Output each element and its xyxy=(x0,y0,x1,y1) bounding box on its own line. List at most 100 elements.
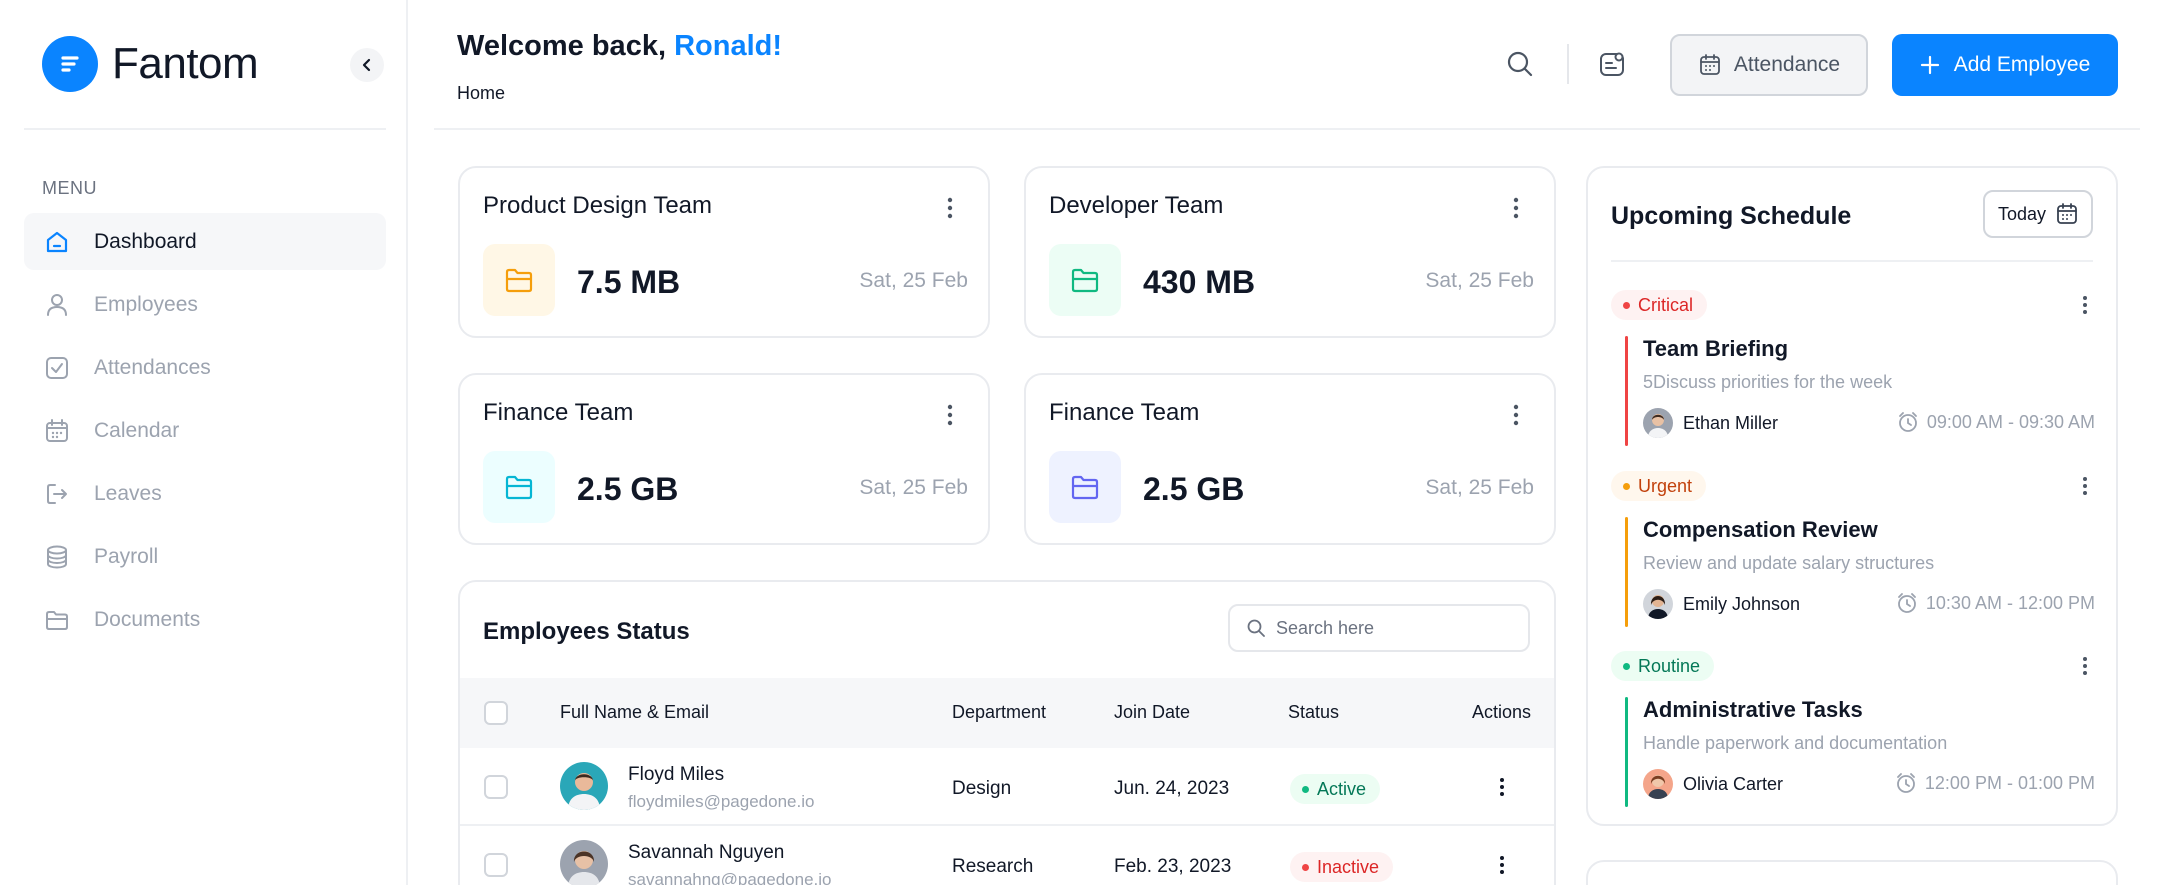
sidebar-item-calendar[interactable]: Calendar xyxy=(24,402,386,459)
alarm-clock-icon xyxy=(1895,772,1917,794)
collapse-sidebar-button[interactable] xyxy=(350,48,384,82)
priority-badge: Critical xyxy=(1611,290,1708,320)
team-card-finance-2[interactable]: Finance Team 2.5 GB Sat, 25 Feb xyxy=(1024,373,1556,545)
brand[interactable]: Fantom xyxy=(42,36,259,92)
team-card-finance[interactable]: Finance Team 2.5 GB Sat, 25 Feb xyxy=(458,373,990,545)
table-row[interactable]: Savannah Nguyen savannahng@pagedone.io R… xyxy=(460,826,1554,885)
select-all-checkbox[interactable] xyxy=(484,701,508,725)
event-assignee: Ethan Miller xyxy=(1683,413,1779,433)
priority-dot xyxy=(1623,482,1630,490)
more-options-icon[interactable] xyxy=(1506,194,1526,222)
team-card-developer[interactable]: Developer Team 430 MB Sat, 25 Feb xyxy=(1024,166,1556,338)
header-divider xyxy=(1567,44,1569,84)
sidebar-menu: Dashboard Employees Attendances Calendar… xyxy=(24,213,386,654)
event-title: Team Briefing xyxy=(1643,336,1789,361)
event-time-text: 09:00 AM - 09:30 AM xyxy=(1926,411,2095,432)
folder-icon xyxy=(42,605,72,635)
table-row[interactable]: Floyd Miles floydmiles@pagedone.io Desig… xyxy=(460,748,1554,826)
column-header-name[interactable]: Full Name & Email xyxy=(560,702,709,723)
sidebar-item-attendances[interactable]: Attendances xyxy=(24,339,386,396)
team-card-product-design[interactable]: Product Design Team 7.5 MB Sat, 25 Feb xyxy=(458,166,990,338)
priority-badge: Routine xyxy=(1611,651,1715,681)
search-icon xyxy=(1247,619,1265,637)
priority-text: Critical xyxy=(1638,294,1694,315)
row-actions-icon[interactable] xyxy=(1492,850,1512,880)
employee-search-box[interactable] xyxy=(1228,604,1530,652)
sidebar-item-label: Leaves xyxy=(94,481,162,505)
employee-join-date: Feb. 23, 2023 xyxy=(1114,856,1232,877)
event-description: Handle paperwork and documentation xyxy=(1643,733,1948,753)
search-button[interactable] xyxy=(1502,46,1538,82)
event-title: Compensation Review xyxy=(1643,517,1878,542)
event-accent-line xyxy=(1625,697,1628,807)
status-text: Active xyxy=(1317,778,1367,799)
column-header-status[interactable]: Status xyxy=(1288,702,1339,723)
event-accent-line xyxy=(1625,517,1628,627)
team-name: Product Design Team xyxy=(483,192,713,219)
sidebar-item-dashboard[interactable]: Dashboard xyxy=(24,213,386,270)
more-options-icon[interactable] xyxy=(1506,401,1526,429)
sidebar-item-label: Employees xyxy=(94,292,198,316)
calendar-icon xyxy=(1698,53,1722,77)
more-options-icon[interactable] xyxy=(2075,290,2095,320)
event-time-text: 10:30 AM - 12:00 PM xyxy=(1925,592,2095,613)
status-dot xyxy=(1302,785,1309,793)
schedule-event[interactable]: Routine Administrative Tasks Handle pape… xyxy=(1611,651,2095,821)
employee-join-date: Jun. 24, 2023 xyxy=(1114,778,1230,799)
sidebar-item-label: Calendar xyxy=(94,418,180,442)
employees-status-panel: Employees Status Full Name & Email Depar… xyxy=(458,580,1556,885)
employee-search-input[interactable] xyxy=(1276,617,1516,639)
status-badge: Inactive xyxy=(1290,852,1394,882)
row-actions-icon[interactable] xyxy=(1492,772,1512,802)
row-checkbox[interactable] xyxy=(484,853,508,877)
report-icon xyxy=(1600,52,1624,76)
alarm-clock-icon xyxy=(1896,592,1918,614)
logout-icon xyxy=(42,479,72,509)
column-header-actions: Actions xyxy=(1472,702,1532,722)
schedule-event[interactable]: Critical Team Briefing 5Discuss prioriti… xyxy=(1611,290,2095,460)
brand-name: Fantom xyxy=(112,39,259,88)
user-name: Ronald! xyxy=(674,30,783,62)
sidebar-item-payroll[interactable]: Payroll xyxy=(24,528,386,585)
breadcrumb[interactable]: Home xyxy=(457,83,505,104)
coins-icon xyxy=(42,542,72,572)
more-options-icon[interactable] xyxy=(940,401,960,429)
event-title: Administrative Tasks xyxy=(1643,697,1863,722)
team-date: Sat, 25 Feb xyxy=(859,476,968,499)
priority-text: Urgent xyxy=(1638,475,1693,496)
top-header: Welcome back, Ronald! Home Attendance Ad… xyxy=(434,0,2140,130)
column-header-join-date[interactable]: Join Date xyxy=(1114,702,1190,723)
folder-icon xyxy=(1049,244,1121,316)
row-checkbox[interactable] xyxy=(484,775,508,799)
employee-department: Design xyxy=(952,778,1012,799)
schedule-filter-label: Today xyxy=(1997,203,2047,224)
event-assignee: Emily Johnson xyxy=(1683,594,1801,614)
schedule-date-filter-button[interactable]: Today xyxy=(1983,190,2093,238)
sidebar-item-leaves[interactable]: Leaves xyxy=(24,465,386,522)
event-accent-line xyxy=(1625,336,1628,446)
more-options-icon[interactable] xyxy=(2075,651,2095,681)
schedule-event[interactable]: Urgent Compensation Review Review and up… xyxy=(1611,471,2095,641)
avatar xyxy=(1643,408,1673,438)
sidebar-divider xyxy=(24,128,386,130)
sidebar-item-documents[interactable]: Documents xyxy=(24,591,386,648)
sidebar: Fantom MENU Dashboard Employees Attendan… xyxy=(0,0,408,885)
menu-title: MENU xyxy=(42,178,97,198)
team-storage-size: 2.5 GB xyxy=(577,471,679,507)
sidebar-item-label: Documents xyxy=(94,607,201,631)
column-header-department[interactable]: Department xyxy=(952,702,1046,723)
attendance-button[interactable]: Attendance xyxy=(1670,34,1868,96)
more-options-icon[interactable] xyxy=(940,194,960,222)
team-storage-size: 430 MB xyxy=(1143,264,1256,300)
employee-name: Floyd Miles xyxy=(628,764,725,785)
team-name: Finance Team xyxy=(483,399,634,426)
more-options-icon[interactable] xyxy=(2075,471,2095,501)
user-icon xyxy=(42,290,72,320)
team-date: Sat, 25 Feb xyxy=(859,269,968,292)
reports-button[interactable] xyxy=(1594,46,1630,82)
add-employee-button[interactable]: Add Employee xyxy=(1892,34,2118,96)
schedule-divider xyxy=(1611,260,2093,262)
search-icon xyxy=(1507,51,1533,77)
status-text: Inactive xyxy=(1317,856,1380,877)
sidebar-item-employees[interactable]: Employees xyxy=(24,276,386,333)
